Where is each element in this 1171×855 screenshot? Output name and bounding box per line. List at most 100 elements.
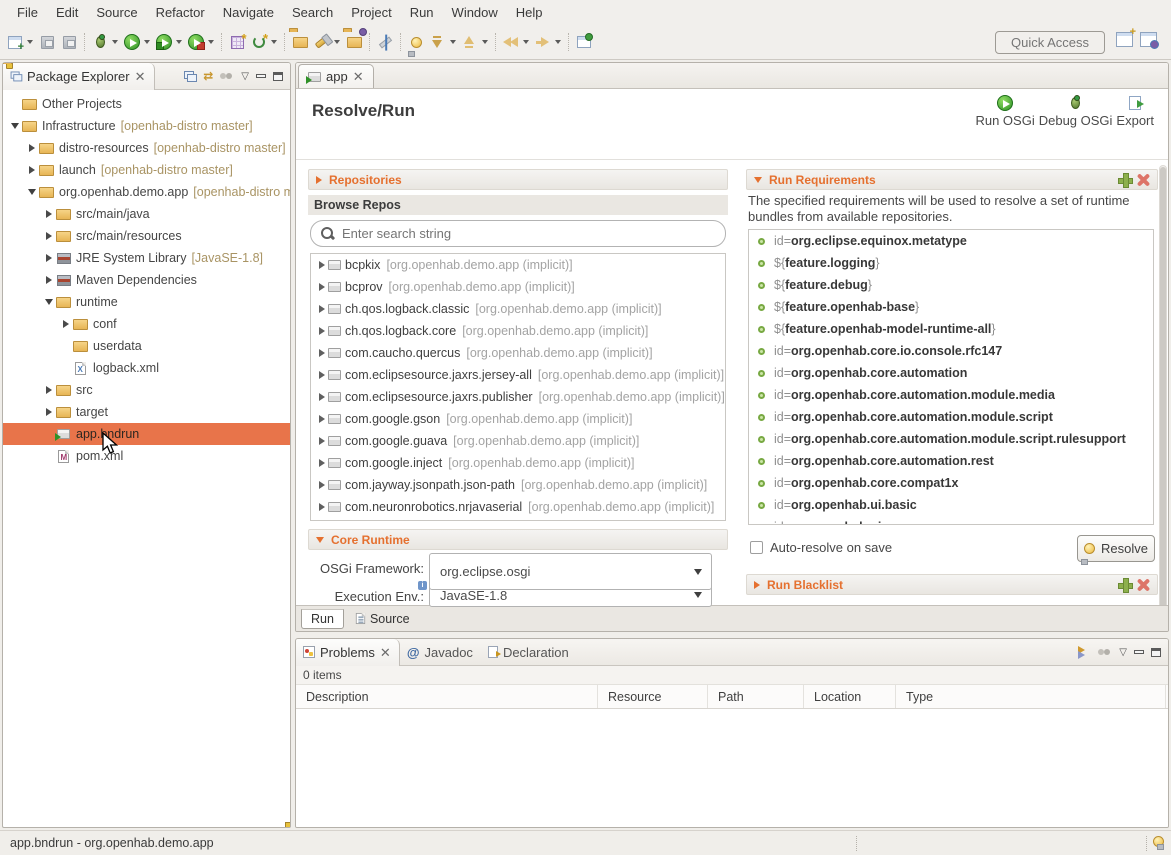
tree-item-src-main-resources[interactable]: src/main/resources [3, 225, 290, 247]
requirement-item-org-openhab-ui-basic[interactable]: id=org.openhab.ui.basic [749, 494, 1153, 516]
next-annotation-button[interactable] [427, 31, 449, 53]
repo-item-ch-qos-logback-core[interactable]: ch.qos.logback.core[org.openhab.demo.app… [311, 320, 725, 342]
dropdown-arrow-icon[interactable] [685, 569, 711, 575]
back-button[interactable] [500, 31, 522, 53]
dropdown-caret-icon[interactable] [208, 40, 214, 44]
repo-item-com-google-inject[interactable]: com.google.inject[org.openhab.demo.app (… [311, 452, 725, 474]
expander-icon[interactable] [316, 371, 328, 379]
task-lightbulb-button[interactable] [405, 31, 427, 53]
tree-item-jre-system-library[interactable]: JRE System Library[JavaSE-1.8] [3, 247, 290, 269]
column-header-path[interactable]: Path [708, 685, 804, 708]
section-run-requirements[interactable]: Run Requirements [746, 169, 1158, 190]
tab-problems[interactable]: Problems ✕ [296, 639, 400, 666]
menu-search[interactable]: Search [283, 2, 342, 23]
profile-button[interactable] [185, 31, 207, 53]
section-core-runtime[interactable]: Core Runtime [308, 529, 728, 550]
expander-icon[interactable] [43, 276, 55, 284]
requirement-item-feature-openhab-model-runtime-all[interactable]: ${feature.openhab-model-runtime-all} [749, 318, 1153, 340]
export-button[interactable]: Export [1114, 93, 1156, 128]
column-header-location[interactable]: Location [804, 685, 896, 708]
run-button[interactable] [121, 31, 143, 53]
dropdown-caret-icon[interactable] [334, 40, 340, 44]
repo-item-com-google-guava[interactable]: com.google.guava[org.openhab.demo.app (i… [311, 430, 725, 452]
menu-file[interactable]: File [8, 2, 47, 23]
tree-item-src-main-java[interactable]: src/main/java [3, 203, 290, 225]
dropdown-caret-icon[interactable] [271, 40, 277, 44]
tab-source[interactable]: Source [346, 609, 419, 629]
tree-item-launch[interactable]: launch[openhab-distro master] [3, 159, 290, 181]
tree-item-other-projects[interactable]: Other Projects [3, 93, 290, 115]
requirement-item-feature-debug[interactable]: ${feature.debug} [749, 274, 1153, 296]
java-perspective-icon[interactable] [1140, 32, 1157, 47]
team-folder-button[interactable] [343, 31, 365, 53]
menu-window[interactable]: Window [443, 2, 507, 23]
repo-item-com-eclipsesource-jaxrs-jersey-all[interactable]: com.eclipsesource.jaxrs.jersey-all[org.o… [311, 364, 725, 386]
requirement-item-org-openhab-core-automation[interactable]: id=org.openhab.core.automation [749, 362, 1153, 384]
expander-icon[interactable] [43, 386, 55, 394]
toggle-occurrences-button[interactable] [374, 31, 396, 53]
column-header-type[interactable]: Type [896, 685, 1166, 708]
column-header-resource[interactable]: Resource [598, 685, 708, 708]
search-input[interactable] [342, 226, 715, 241]
tree-item-distro-resources[interactable]: distro-resources[openhab-distro master] [3, 137, 290, 159]
requirement-item-org-openhab-core-automation-module-script[interactable]: id=org.openhab.core.automation.module.sc… [749, 406, 1153, 428]
requirement-item-org-openhab-core-automation-module-media[interactable]: id=org.openhab.core.automation.module.me… [749, 384, 1153, 406]
dropdown-caret-icon[interactable] [27, 40, 33, 44]
menu-refactor[interactable]: Refactor [147, 2, 214, 23]
remove-requirement-icon[interactable] [1137, 173, 1150, 186]
close-icon[interactable]: ✕ [380, 646, 391, 659]
focus-on-active-task-icon[interactable] [1098, 648, 1112, 656]
repo-item-com-google-gson[interactable]: com.google.gson[org.openhab.demo.app (im… [311, 408, 725, 430]
menu-help[interactable]: Help [507, 2, 552, 23]
dropdown-caret-icon[interactable] [144, 40, 150, 44]
run-osgi-button[interactable]: Run OSGi [973, 93, 1036, 128]
quick-access-input[interactable] [995, 31, 1105, 54]
link-with-editor-icon[interactable]: ⇄ [203, 69, 213, 83]
focus-on-active-task-icon[interactable] [220, 72, 234, 80]
view-menu-icon[interactable]: ▽ [1119, 647, 1127, 658]
repo-item-com-eclipsesource-jaxrs-publisher[interactable]: com.eclipsesource.jaxrs.publisher[org.op… [311, 386, 725, 408]
repo-item-bcprov[interactable]: bcprov[org.openhab.demo.app (implicit)] [311, 276, 725, 298]
expander-icon[interactable] [316, 503, 328, 511]
dropdown-caret-icon[interactable] [176, 40, 182, 44]
tab-declaration[interactable]: Declaration [481, 639, 577, 666]
save-button[interactable] [36, 31, 58, 53]
expander-icon[interactable] [316, 327, 328, 335]
open-resource-button[interactable] [289, 31, 311, 53]
requirement-item-org-openhab-core-io-console-rfc147[interactable]: id=org.openhab.core.io.console.rfc147 [749, 340, 1153, 362]
editor-tab-app[interactable]: app ✕ [298, 64, 374, 88]
requirement-item-org-openhab-core-automation-rest[interactable]: id=org.openhab.core.automation.rest [749, 450, 1153, 472]
tree-item-conf[interactable]: conf [3, 313, 290, 335]
expander-icon[interactable] [316, 261, 328, 269]
minimize-icon[interactable] [1134, 650, 1144, 654]
expander-icon[interactable] [316, 437, 328, 445]
remove-blacklist-icon[interactable] [1137, 578, 1150, 591]
expander-icon[interactable] [316, 283, 328, 291]
expander-icon[interactable] [316, 393, 328, 401]
requirement-item-org-openhab-ui-paper[interactable]: id=org.openhab.ui.paper [749, 516, 1153, 525]
dropdown-arrow-icon[interactable] [685, 592, 711, 598]
add-blacklist-icon[interactable] [1118, 578, 1131, 591]
menu-navigate[interactable]: Navigate [214, 2, 283, 23]
expander-icon[interactable] [60, 320, 72, 328]
search-flashlight-button[interactable] [311, 31, 333, 53]
tree-item-target[interactable]: target [3, 401, 290, 423]
status-lightbulb-icon[interactable] [1153, 836, 1164, 847]
expander-icon[interactable] [43, 232, 55, 240]
prev-annotation-button[interactable] [459, 31, 481, 53]
tree-item-app-bndrun[interactable]: app.bndrun [3, 423, 290, 445]
tree-item-src[interactable]: src [3, 379, 290, 401]
menu-source[interactable]: Source [87, 2, 146, 23]
tree-item-runtime[interactable]: runtime [3, 291, 290, 313]
expander-icon[interactable] [316, 305, 328, 313]
expander-icon[interactable] [26, 144, 38, 152]
auto-resolve-checkbox[interactable] [750, 541, 763, 554]
expander-icon[interactable] [316, 481, 328, 489]
requirement-item-feature-logging[interactable]: ${feature.logging} [749, 252, 1153, 274]
filter-icon[interactable] [1076, 646, 1091, 659]
resolve-button[interactable]: Resolve [1077, 535, 1155, 562]
debug-button[interactable] [89, 31, 111, 53]
requirement-item-org-eclipse-equinox-metatype[interactable]: id=org.eclipse.equinox.metatype [749, 230, 1153, 252]
expander-icon[interactable] [316, 415, 328, 423]
section-repositories[interactable]: Repositories [308, 169, 728, 190]
